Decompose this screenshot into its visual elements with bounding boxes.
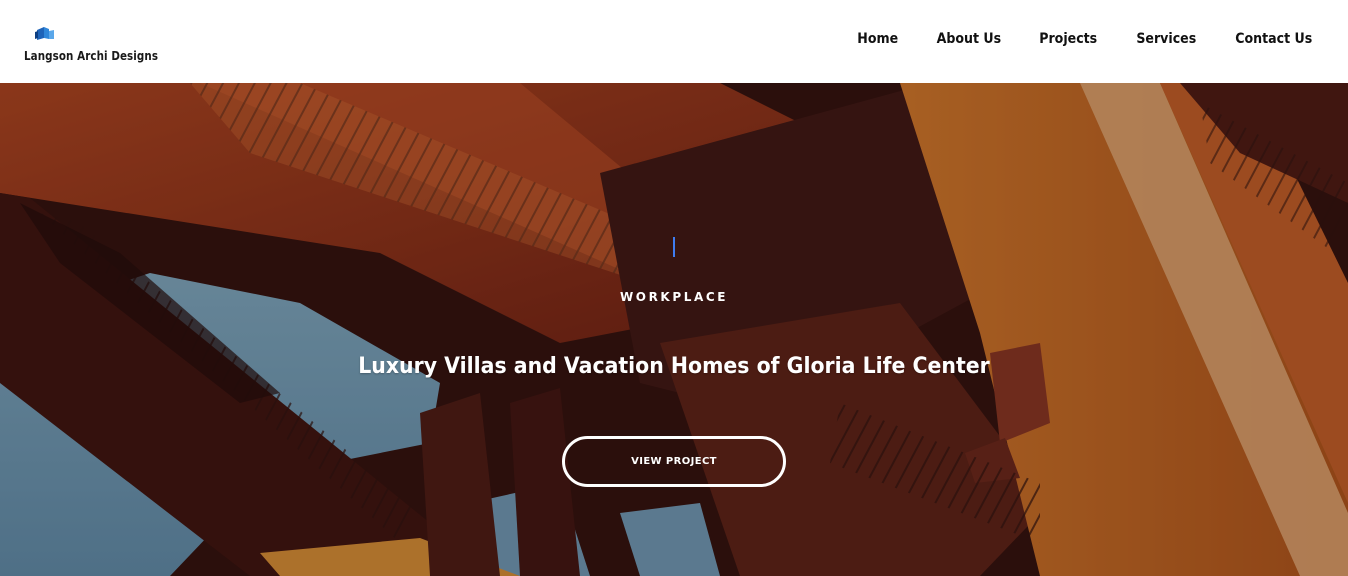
nav-home[interactable]: Home bbox=[858, 31, 899, 47]
brand-name: Langson Archi Designs bbox=[24, 49, 159, 63]
nav-contact-us[interactable]: Contact Us bbox=[1236, 31, 1313, 47]
hero-headline: Luxury Villas and Vacation Homes of Glor… bbox=[358, 354, 990, 379]
nav-about-us[interactable]: About Us bbox=[936, 31, 1001, 47]
hero-section: WORKPLACE Luxury Villas and Vacation Hom… bbox=[0, 83, 1348, 576]
accent-divider bbox=[673, 237, 675, 257]
brand-logo[interactable]: Langson Archi Designs bbox=[24, 24, 184, 68]
hero-eyebrow: WORKPLACE bbox=[619, 290, 729, 304]
hero-overlay bbox=[0, 83, 1348, 576]
building-blocks-icon bbox=[35, 27, 54, 40]
main-nav: Home About Us Projects Services Contact … bbox=[855, 31, 1317, 47]
nav-projects[interactable]: Projects bbox=[1040, 31, 1098, 47]
nav-services[interactable]: Services bbox=[1136, 31, 1196, 47]
site-header: Langson Archi Designs Home About Us Proj… bbox=[0, 0, 1348, 83]
view-project-button[interactable]: VIEW PROJECT bbox=[562, 436, 786, 487]
